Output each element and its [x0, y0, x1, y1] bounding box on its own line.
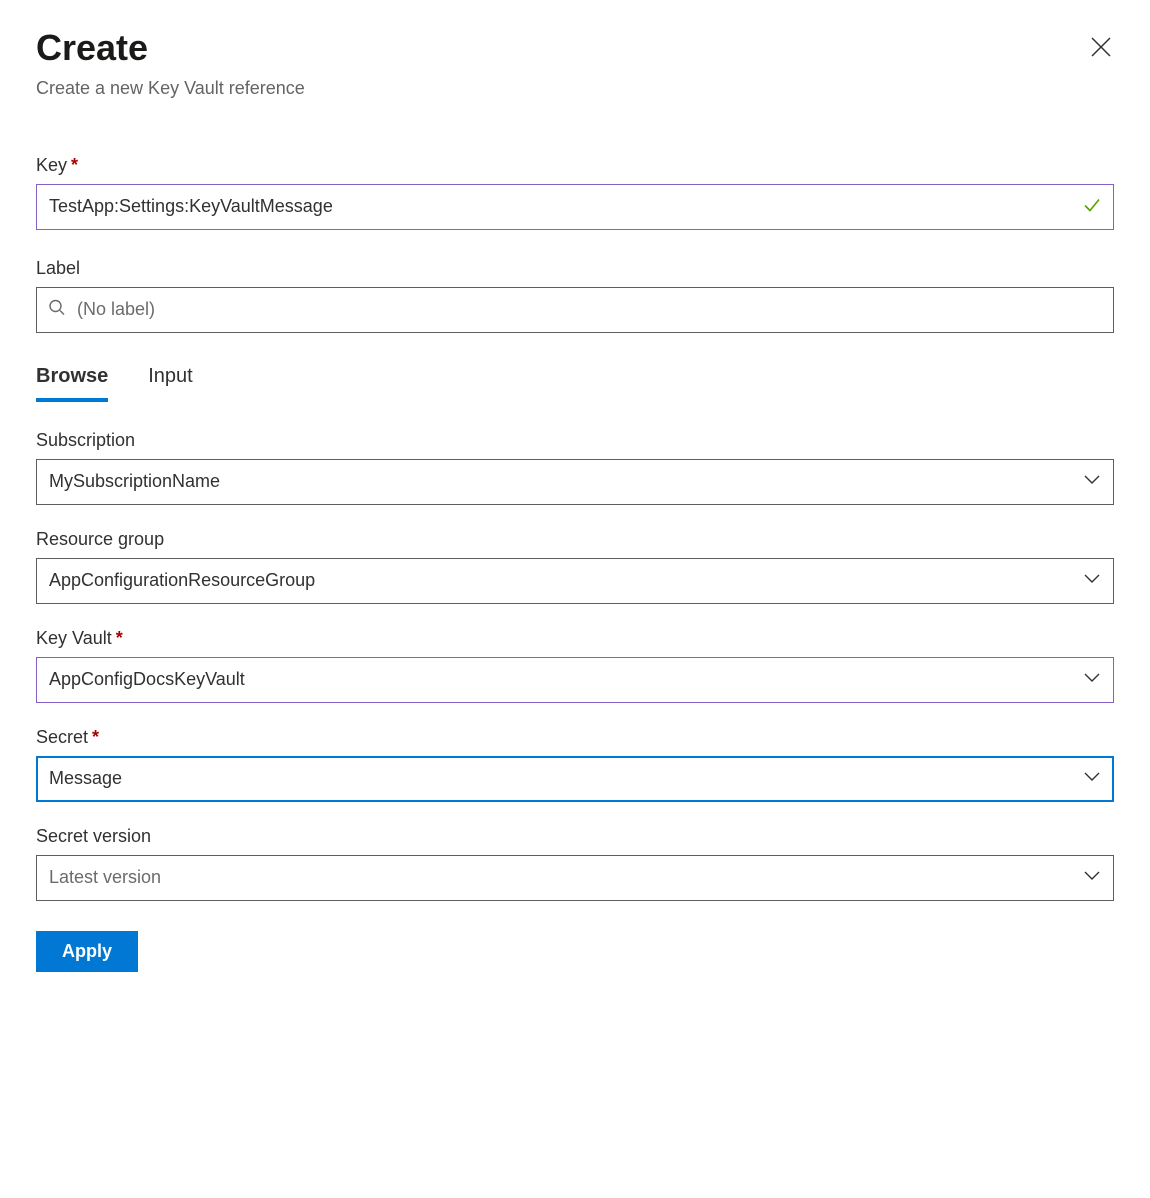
page-subtitle: Create a new Key Vault reference	[36, 78, 305, 99]
tab-browse[interactable]: Browse	[36, 361, 108, 402]
tabs: Browse Input	[36, 361, 1114, 402]
key-label: Key*	[36, 155, 1114, 176]
subscription-select[interactable]: MySubscriptionName	[36, 459, 1114, 505]
required-asterisk: *	[92, 727, 99, 747]
secret-value: Message	[49, 768, 122, 789]
resource-group-select[interactable]: AppConfigurationResourceGroup	[36, 558, 1114, 604]
key-vault-value: AppConfigDocsKeyVault	[49, 669, 245, 690]
required-asterisk: *	[116, 628, 123, 648]
apply-button[interactable]: Apply	[36, 931, 138, 972]
check-icon	[1082, 194, 1102, 219]
label-input[interactable]	[36, 287, 1114, 333]
subscription-value: MySubscriptionName	[49, 471, 220, 492]
label-label: Label	[36, 258, 1114, 279]
key-vault-label: Key Vault*	[36, 628, 1114, 649]
key-vault-select[interactable]: AppConfigDocsKeyVault	[36, 657, 1114, 703]
required-asterisk: *	[71, 155, 78, 175]
resource-group-label: Resource group	[36, 529, 1114, 550]
subscription-label: Subscription	[36, 430, 1114, 451]
page-title: Create	[36, 28, 305, 68]
tab-input[interactable]: Input	[148, 361, 192, 402]
secret-version-placeholder: Latest version	[49, 867, 161, 888]
resource-group-value: AppConfigurationResourceGroup	[49, 570, 315, 591]
secret-label: Secret*	[36, 727, 1114, 748]
secret-version-label: Secret version	[36, 826, 1114, 847]
key-input[interactable]	[36, 184, 1114, 230]
secret-select[interactable]: Message	[36, 756, 1114, 802]
secret-version-select[interactable]: Latest version	[36, 855, 1114, 901]
close-button[interactable]	[1088, 34, 1114, 60]
close-icon	[1090, 36, 1112, 58]
